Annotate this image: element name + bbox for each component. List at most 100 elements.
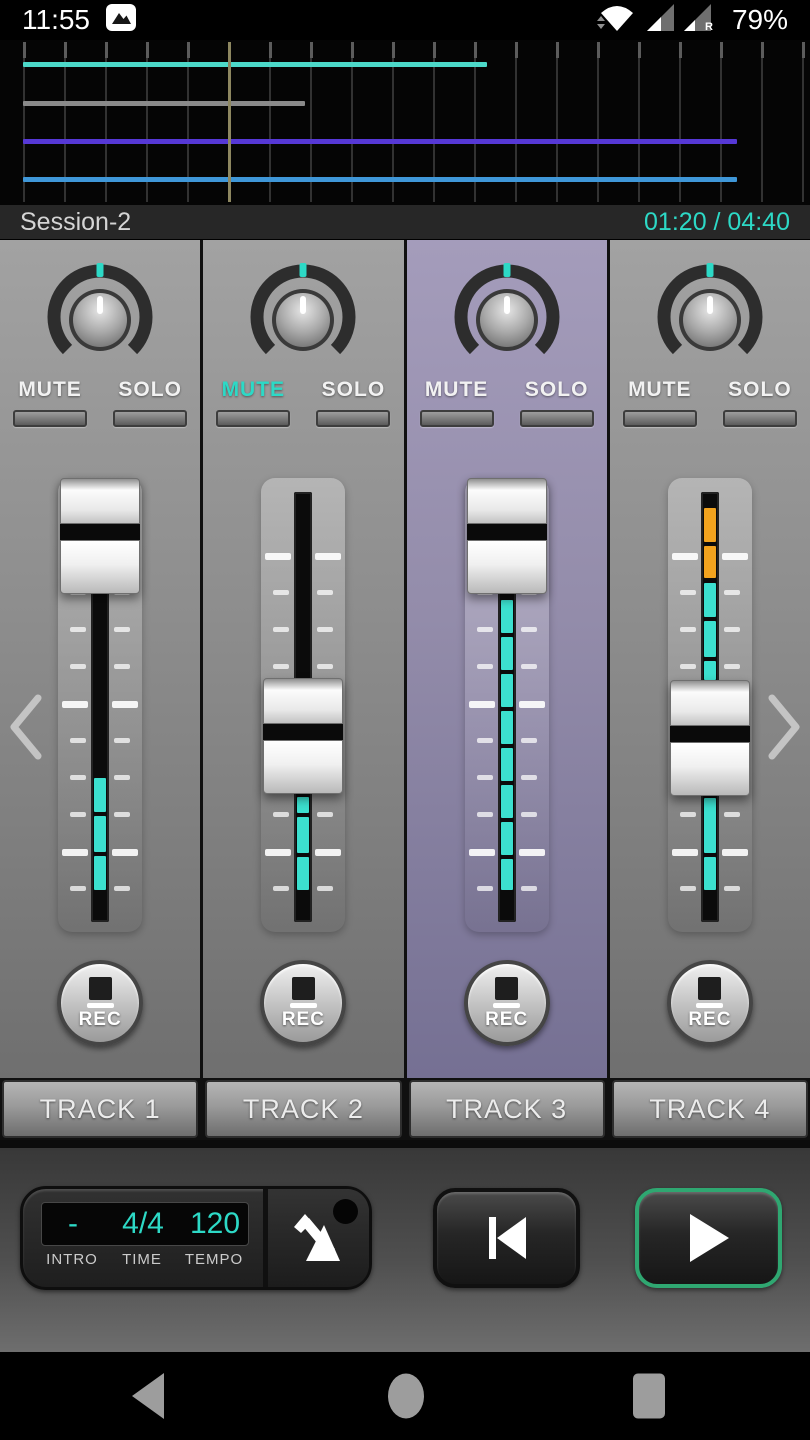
fader-scale-tick [265,553,291,560]
prev-tracks-chevron-icon[interactable] [2,692,48,762]
signal-sim2-roaming-icon: R [684,4,718,36]
timeline-ruler-tick [187,42,190,58]
fader-scale-tick [680,664,696,669]
tempo-display[interactable]: - 4/4 120 INTRO TIME TEMPO [23,1189,263,1287]
pan-knob[interactable] [655,260,765,372]
level-meter-segment [501,785,513,818]
fader-scale-tick [70,812,86,817]
mute-button[interactable] [13,410,87,427]
fader-scale-tick [70,664,86,669]
record-stop-icon [495,977,518,1000]
record-stop-icon [89,977,112,1000]
track-label-2[interactable]: TRACK 2 [205,1080,401,1138]
timeline-ruler-tick [802,42,805,58]
fader-scale-tick [724,664,740,669]
fader-scale-tick [722,553,748,560]
mute-label: MUTE [628,378,692,402]
next-tracks-chevron-icon[interactable] [762,692,808,762]
timeline-gridline [761,46,763,202]
tempo-value: 120 [182,1207,248,1241]
fader-handle[interactable] [60,478,140,594]
pan-knob[interactable] [248,260,358,372]
record-button[interactable]: REC [667,960,753,1046]
pan-knob[interactable] [45,260,155,372]
fader-handle[interactable] [467,478,547,594]
nav-recents-icon[interactable] [633,1374,665,1419]
record-underline [87,1003,114,1008]
play-button[interactable] [635,1188,782,1288]
session-name: Session-2 [20,208,131,237]
clock-text: 11:55 [22,4,90,36]
time-label: TIME [103,1251,181,1268]
time-signature-value: 4/4 [104,1207,182,1241]
playhead[interactable] [228,42,231,202]
signal-sim1-icon [647,4,674,36]
timeline-ruler-tick [351,42,354,58]
solo-button[interactable] [520,410,594,427]
level-meter-segment [501,822,513,855]
panel-divider [0,1140,810,1148]
level-meter-segment [704,661,716,680]
level-meter-segment [297,797,309,813]
timeline-ruler-tick [556,42,559,58]
nav-home-icon[interactable] [388,1374,424,1419]
fader-scale-tick [519,849,545,856]
fader-scale-tick [724,886,740,891]
fader-handle[interactable] [263,678,343,794]
fader-scale-tick [315,849,341,856]
track-label-4[interactable]: TRACK 4 [612,1080,808,1138]
fader-handle[interactable] [670,680,750,796]
timeline-ruler-tick [515,42,518,58]
level-meter-segment [297,857,309,890]
level-meter-segment [94,778,106,812]
timeline-gridline [802,46,804,202]
timeline-ruler-tick [761,42,764,58]
tempo-lcd: - 4/4 120 [41,1202,249,1246]
level-meter-segment [94,816,106,852]
timeline-ruler-tick [597,42,600,58]
fader-scale-tick [477,775,493,780]
level-meter-segment [501,711,513,744]
record-button[interactable]: REC [260,960,346,1046]
fader-scale-tick [477,886,493,891]
solo-button[interactable] [316,410,390,427]
timeline-ruler-tick [638,42,641,58]
fader-scale-tick [70,775,86,780]
timeline-clip-track3 [23,139,737,144]
fader-scale-tick [477,738,493,743]
record-label: REC [688,1009,731,1031]
record-underline [493,1003,520,1008]
record-button[interactable]: REC [57,960,143,1046]
solo-button[interactable] [723,410,797,427]
fader-scale-tick [469,701,495,708]
fader-track [261,478,345,932]
fader-scale-tick [273,664,289,669]
rewind-button[interactable] [433,1188,580,1288]
track-label-row: TRACK 1TRACK 2TRACK 3TRACK 4 [0,1078,810,1140]
solo-button[interactable] [113,410,187,427]
fader-scale-tick [315,553,341,560]
track-label-3[interactable]: TRACK 3 [409,1080,605,1138]
pan-knob[interactable] [452,260,562,372]
fader-scale-tick [521,738,537,743]
fader-scale-tick [317,886,333,891]
track-label-1[interactable]: TRACK 1 [2,1080,198,1138]
fader-scale-tick [724,812,740,817]
fader-scale-tick [519,701,545,708]
play-icon [687,1213,731,1263]
timeline-ruler-tick [433,42,436,58]
nav-back-icon[interactable] [132,1373,164,1419]
level-meter-segment [704,546,716,578]
arrangement-timeline[interactable] [0,40,810,205]
fader-scale-tick [672,849,698,856]
timeline-ruler-tick [23,42,26,58]
mute-button[interactable] [623,410,697,427]
fader-scale-tick [521,664,537,669]
fader-scale-tick [70,627,86,632]
metronome-button[interactable] [263,1189,369,1287]
fader-scale-tick [114,738,130,743]
mute-button[interactable] [420,410,494,427]
record-label: REC [79,1009,122,1031]
mute-button[interactable] [216,410,290,427]
record-button[interactable]: REC [464,960,550,1046]
